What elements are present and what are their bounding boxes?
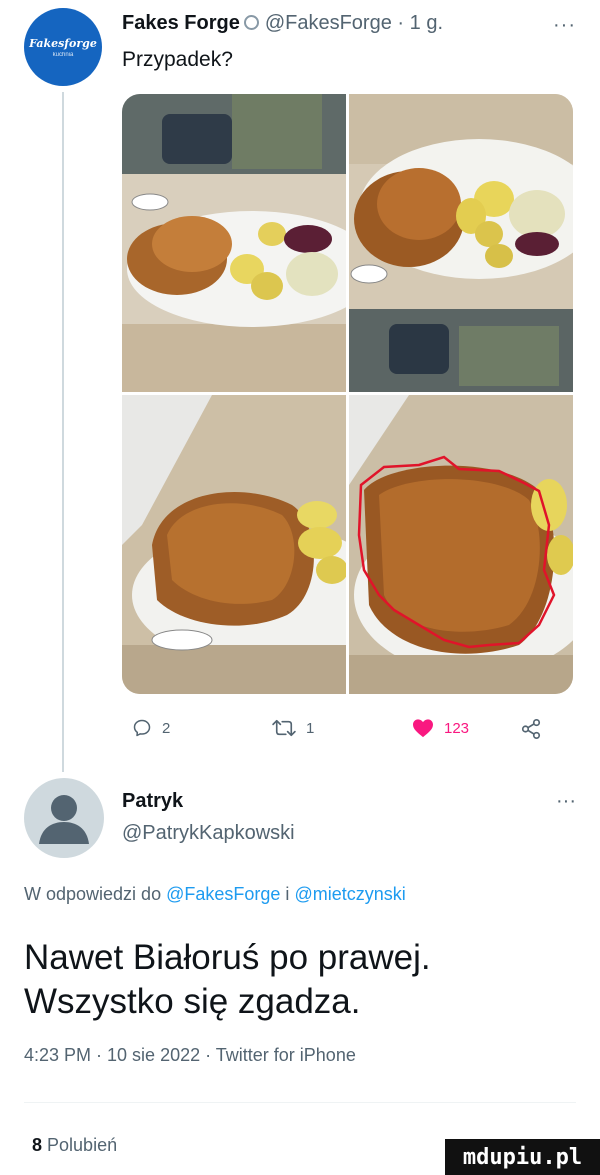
divider (24, 1102, 576, 1103)
author-handle[interactable]: @FakesForge (265, 12, 392, 34)
share-button[interactable] (520, 718, 552, 740)
avatar-logo-sub: kuchnia (52, 51, 74, 58)
thread-line (62, 92, 64, 772)
reply-timestamp[interactable]: 4:23 PM · 10 sie 2022 · Twitter for iPho… (24, 1045, 356, 1066)
avatar[interactable]: Fakesforge kuchnia (24, 8, 102, 86)
reply-text-line-2: Wszystko się zgadza. (24, 982, 361, 1021)
photo-schnitzel-4-outlined[interactable] (349, 395, 573, 694)
photo-schnitzel-1[interactable] (122, 94, 346, 392)
author-name[interactable]: Fakes Forge (122, 12, 240, 34)
verified-icon (243, 15, 259, 30)
reply-icon (133, 719, 151, 737)
mention-link-1[interactable]: @FakesForge (166, 884, 280, 904)
likes-label: Polubień (47, 1135, 118, 1155)
reply-text-line-1: Nawet Białoruś po prawej. (24, 938, 431, 977)
tweet-text: Przypadek? (122, 48, 233, 71)
like-count: 123 (444, 719, 470, 737)
retweet-icon (272, 719, 296, 737)
reply-button[interactable]: 2 (132, 718, 170, 738)
mention-link-2[interactable]: @mietczynski (294, 884, 405, 904)
tweet-header: Fakes Forge @FakesForge · 1 g. (122, 12, 443, 35)
more-options-button[interactable]: ··· (553, 14, 576, 37)
photo-schnitzel-2[interactable] (349, 94, 573, 392)
replying-prefix: W odpowiedzi do (24, 884, 162, 904)
likes-count: 8 (32, 1135, 43, 1155)
replying-to: W odpowiedzi do @FakesForge i @mietczyns… (24, 884, 406, 905)
reply-text: Nawet Białoruś po prawej. Wszystko się z… (24, 936, 584, 1024)
avatar-default[interactable] (24, 778, 104, 858)
reply-author-handle[interactable]: @PatrykKapkowski (122, 822, 295, 845)
person-icon (39, 795, 89, 844)
tweet-time[interactable]: 1 g. (410, 12, 443, 34)
share-icon (521, 719, 541, 739)
photo-schnitzel-3[interactable] (122, 395, 346, 694)
media-grid (122, 94, 573, 694)
heart-icon (413, 719, 433, 738)
avatar-logo-text: Fakesforge (29, 36, 97, 50)
retweet-count: 1 (306, 719, 315, 737)
like-button[interactable]: 123 (412, 718, 469, 738)
reply-more-options-button[interactable]: ··· (556, 790, 576, 813)
retweet-button[interactable]: 1 (272, 718, 314, 738)
reply-author-name[interactable]: Patryk (122, 790, 183, 813)
replying-conj: i (285, 884, 290, 904)
separator: · (397, 12, 405, 34)
watermark-logo: mdupiu.pl (445, 1139, 600, 1175)
reply-count: 2 (162, 719, 171, 737)
likes-summary[interactable]: 8 Polubień (32, 1135, 117, 1156)
